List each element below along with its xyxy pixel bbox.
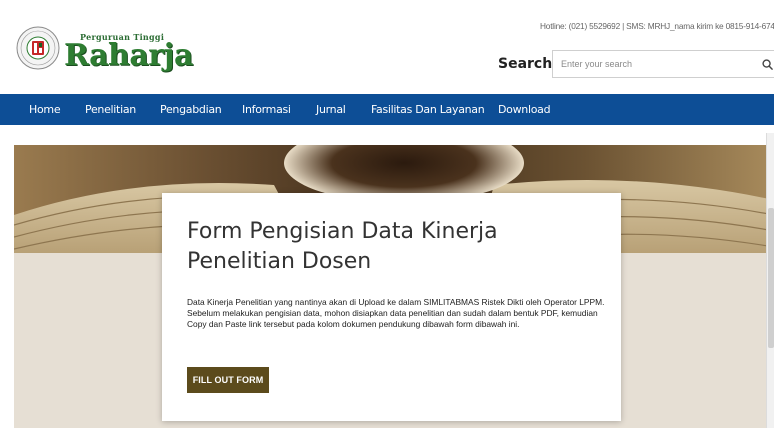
nav-item-download[interactable]: Download <box>498 94 551 125</box>
search-input[interactable] <box>552 50 758 78</box>
nav-item-pengabdian[interactable]: Pengabdian <box>160 94 222 125</box>
search-button[interactable] <box>756 50 774 78</box>
card-description: Data Kinerja Penelitian yang nantinya ak… <box>187 297 605 329</box>
scrollbar[interactable] <box>766 133 774 428</box>
main-nav: Home Penelitian Pengabdian Informasi Jur… <box>0 94 774 125</box>
nav-item-jurnal[interactable]: Jurnal <box>316 94 346 125</box>
nav-item-fasilitas-dan-layanan[interactable]: Fasilitas Dan Layanan <box>371 94 485 125</box>
nav-item-home[interactable]: Home <box>29 94 61 125</box>
nav-item-penelitian[interactable]: Penelitian <box>85 94 136 125</box>
search-icon <box>762 58 773 70</box>
seal-icon <box>16 26 60 70</box>
header: Perguruan Tinggi Raharja Hotline: (021) … <box>0 0 774 94</box>
logo-name: Raharja <box>64 38 193 73</box>
card-title: Form Pengisian Data Kinerja Penelitian D… <box>187 219 498 274</box>
page: Perguruan Tinggi Raharja Hotline: (021) … <box>0 0 774 428</box>
scrollbar-thumb[interactable] <box>768 208 774 348</box>
nav-item-informasi[interactable]: Informasi <box>242 94 291 125</box>
logo[interactable]: Perguruan Tinggi Raharja <box>16 26 193 76</box>
search-label: Search <box>498 56 553 72</box>
hotline-text: Hotline: (021) 5529692 | SMS: MRHJ_nama … <box>540 21 774 31</box>
fill-out-form-button[interactable]: FILL OUT FORM <box>187 367 269 393</box>
form-card: Form Pengisian Data Kinerja Penelitian D… <box>162 193 621 421</box>
